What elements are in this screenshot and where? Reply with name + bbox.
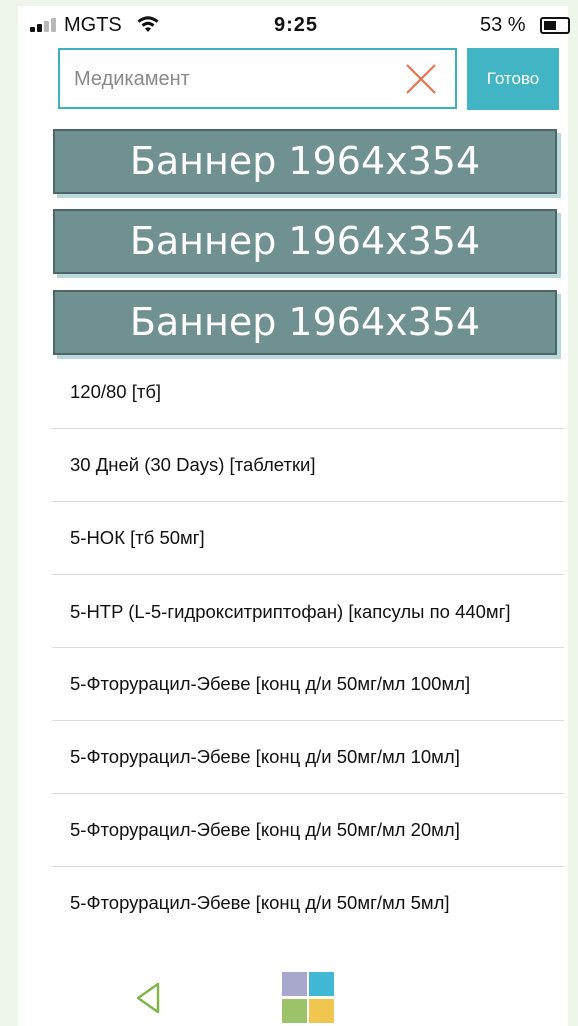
carrier-name: MGTS: [64, 14, 122, 36]
page-edge-right: [568, 0, 578, 1026]
battery-icon: [540, 17, 570, 34]
medication-item[interactable]: 5-HTP (L-5-гидрокситриптофан) [капсулы п…: [52, 575, 564, 648]
status-time: 9:25: [274, 14, 319, 36]
back-triangle-icon[interactable]: [135, 981, 161, 1015]
medication-item[interactable]: 5-Фторурацил-Эбеве [конц д/и 50мг/мл 5мл…: [52, 867, 564, 939]
status-bar: MGTS 9:25 53 %: [18, 6, 570, 46]
clear-icon[interactable]: [404, 62, 438, 96]
app-screen: MGTS 9:25 53 % Готово Баннер 1964x354 Ба…: [18, 6, 570, 1026]
banner-2[interactable]: Баннер 1964x354: [53, 209, 557, 274]
wifi-icon: [136, 14, 160, 40]
signal-strength-icon: [30, 18, 64, 32]
banner-1[interactable]: Баннер 1964x354: [53, 129, 557, 194]
medication-item[interactable]: 30 Дней (30 Days) [таблетки]: [52, 429, 564, 502]
tiles-home-icon[interactable]: [282, 972, 336, 1024]
banner-3[interactable]: Баннер 1964x354: [53, 290, 557, 355]
done-button[interactable]: Готово: [467, 48, 559, 110]
search-field: [58, 48, 457, 109]
medication-item[interactable]: 5-Фторурацил-Эбеве [конц д/и 50мг/мл 100…: [52, 648, 564, 721]
battery-percent: 53 %: [480, 14, 526, 36]
page-edge-left: [0, 0, 18, 1026]
medication-item[interactable]: 5-Фторурацил-Эбеве [конц д/и 50мг/мл 10м…: [52, 721, 564, 794]
medication-list: 120/80 [тб] 30 Дней (30 Days) [таблетки]…: [52, 356, 564, 939]
medication-search-input[interactable]: [74, 62, 394, 96]
medication-item[interactable]: 5-НОК [тб 50мг]: [52, 502, 564, 575]
medication-item[interactable]: 5-Фторурацил-Эбеве [конц д/и 50мг/мл 20м…: [52, 794, 564, 867]
medication-item[interactable]: 120/80 [тб]: [52, 356, 564, 429]
